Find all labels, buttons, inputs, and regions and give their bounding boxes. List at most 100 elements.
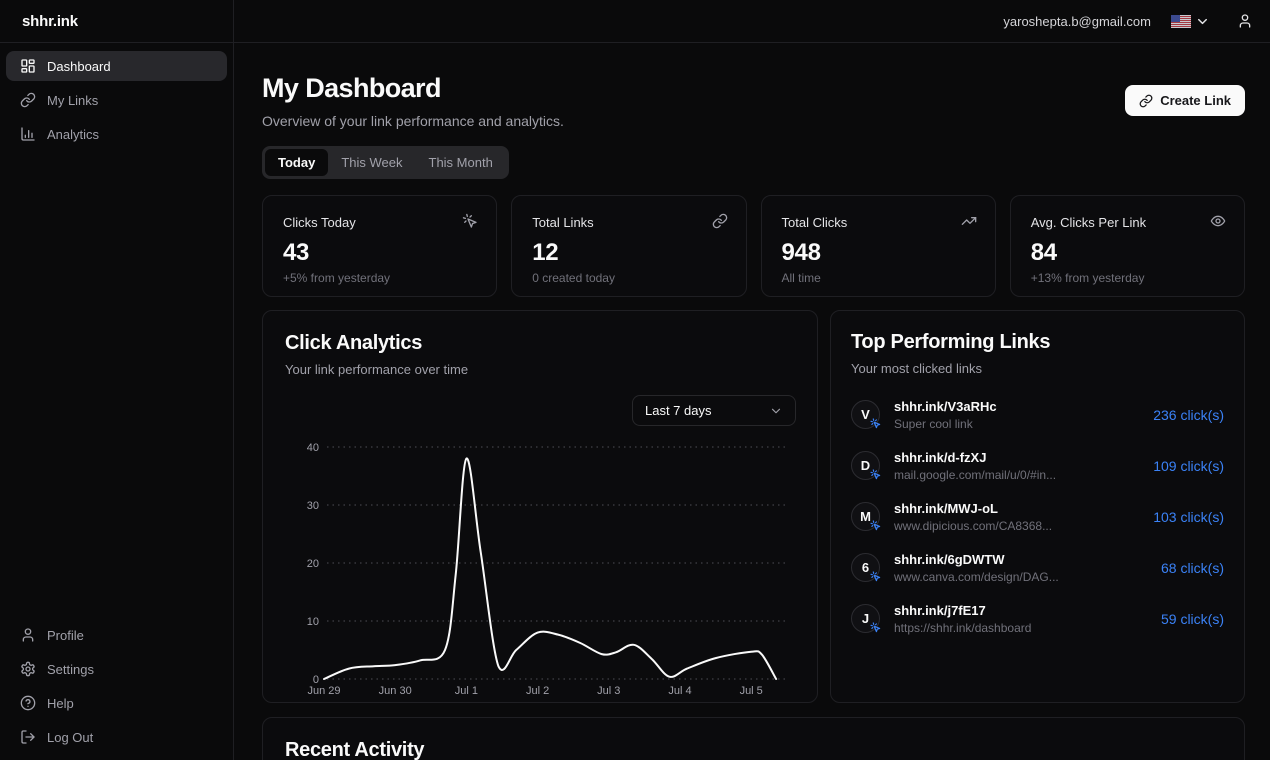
mouse-pointer-click-icon — [870, 622, 881, 633]
link-click-count: 236 click(s) — [1153, 407, 1224, 423]
page-subtitle: Overview of your link performance and an… — [262, 113, 1245, 129]
top-link-row[interactable]: Mshhr.ink/MWJ-oLwww.dipicious.com/CA8368… — [851, 491, 1224, 542]
sidebar-item-label: Analytics — [47, 127, 99, 142]
sidebar-item-label: Help — [47, 696, 74, 711]
layout-dashboard-icon — [20, 58, 36, 74]
sidebar-item-settings[interactable]: Settings — [6, 654, 227, 684]
stat-value: 43 — [283, 239, 476, 267]
tab-this-week[interactable]: This Week — [328, 149, 415, 176]
mouse-pointer-click-icon — [870, 520, 881, 531]
create-link-button[interactable]: Create Link — [1125, 85, 1245, 116]
top-links-subtitle: Your most clicked links — [851, 361, 1224, 376]
sidebar-item-label: Profile — [47, 628, 84, 643]
link-short-url[interactable]: shhr.ink/6gDWTW — [894, 552, 1059, 567]
range-selector-dropdown[interactable]: Last 7 days — [632, 395, 796, 426]
svg-text:20: 20 — [307, 558, 319, 570]
stat-card-total-clicks: Total Clicks 948 All time — [761, 195, 996, 297]
link-click-count: 109 click(s) — [1153, 458, 1224, 474]
link-destination: Super cool link — [894, 417, 997, 431]
svg-text:Jul 1: Jul 1 — [455, 685, 478, 697]
sidebar-item-help[interactable]: Help — [6, 688, 227, 718]
tab-today[interactable]: Today — [265, 149, 328, 176]
top-links-card: Top Performing Links Your most clicked l… — [830, 310, 1245, 703]
help-circle-icon — [20, 695, 36, 711]
stat-card-clicks-today: Clicks Today 43 +5% from yesterday — [262, 195, 497, 297]
svg-text:40: 40 — [307, 443, 319, 454]
mouse-pointer-click-icon — [870, 571, 881, 582]
language-selector[interactable] — [1171, 14, 1210, 29]
link-short-url[interactable]: shhr.ink/j7fE17 — [894, 603, 1031, 618]
sidebar-item-logout[interactable]: Log Out — [6, 722, 227, 752]
link-icon — [20, 92, 36, 108]
account-email: yaroshepta.b@gmail.com — [1003, 14, 1151, 29]
link-click-count: 103 click(s) — [1153, 509, 1224, 525]
app-logo-text: shhr.ink — [22, 13, 78, 30]
sidebar-item-analytics[interactable]: Analytics — [6, 119, 227, 149]
link-destination: www.canva.com/design/DAG... — [894, 570, 1059, 584]
link-destination: https://shhr.ink/dashboard — [894, 621, 1031, 635]
app-logo[interactable]: shhr.ink — [0, 0, 234, 42]
stat-caption: 0 created today — [532, 271, 725, 285]
svg-text:Jul 5: Jul 5 — [740, 685, 763, 697]
link-avatar: V — [851, 400, 880, 429]
link-click-count: 59 click(s) — [1161, 611, 1224, 627]
stat-value: 12 — [532, 239, 725, 267]
analytics-subtitle: Your link performance over time — [285, 362, 795, 377]
sidebar-item-label: Dashboard — [47, 59, 111, 74]
link-avatar: 6 — [851, 553, 880, 582]
top-link-row[interactable]: Dshhr.ink/d-fzXJ mail.google.com/mail/u/0… — [851, 440, 1224, 491]
link-avatar: D — [851, 451, 880, 480]
charts-row: Click Analytics Your link performance ov… — [262, 310, 1245, 703]
link-texts: shhr.ink/MWJ-oLwww.dipicious.com/CA8368.… — [894, 501, 1052, 533]
sidebar-item-my-links[interactable]: My Links — [6, 85, 227, 115]
link-short-url[interactable]: shhr.ink/d-fzXJ — [894, 450, 1056, 465]
trending-up-icon — [961, 213, 977, 229]
recent-activity-card: Recent Activity — [262, 717, 1245, 760]
range-selector-value: Last 7 days — [645, 403, 712, 418]
sidebar-item-dashboard[interactable]: Dashboard — [6, 51, 227, 81]
sidebar-item-label: Log Out — [47, 730, 93, 745]
tab-this-month[interactable]: This Month — [416, 149, 506, 176]
link-destination: mail.google.com/mail/u/0/#in... — [894, 468, 1056, 482]
link-short-url[interactable]: shhr.ink/V3aRHc — [894, 399, 997, 414]
top-link-row[interactable]: 6 shhr.ink/6gDWTW www.canva.com/design/DAG… — [851, 542, 1224, 593]
create-link-label: Create Link — [1160, 93, 1231, 108]
link-avatar-letter: 6 — [862, 560, 869, 575]
svg-text:Jun 29: Jun 29 — [307, 685, 340, 697]
sidebar: Dashboard My Links Analytics Profile S — [0, 43, 234, 760]
top-link-row[interactable]: Vshhr.ink/V3aRHc Super cool link 236 click… — [851, 389, 1224, 440]
log-out-icon — [20, 729, 36, 745]
link-click-count: 68 click(s) — [1161, 560, 1224, 576]
top-link-row[interactable]: Jshhr.ink/j7fE17 https://shhr.ink/dashboa… — [851, 593, 1224, 644]
stat-caption: All time — [782, 271, 975, 285]
link-texts: shhr.ink/d-fzXJ mail.google.com/mail/u/0/… — [894, 450, 1056, 482]
stat-label: Clicks Today — [283, 215, 476, 230]
sidebar-item-profile[interactable]: Profile — [6, 620, 227, 650]
svg-text:Jun 30: Jun 30 — [379, 685, 412, 697]
gear-icon — [20, 661, 36, 677]
eye-icon — [1210, 213, 1226, 229]
user-icon[interactable] — [1237, 13, 1253, 29]
time-range-tabs: Today This Week This Month — [262, 146, 509, 179]
link-texts: shhr.ink/6gDWTW www.canva.com/design/DAG.… — [894, 552, 1059, 584]
link-avatar: M — [851, 502, 880, 531]
link-icon — [712, 213, 728, 229]
svg-text:30: 30 — [307, 500, 319, 512]
top-links-list: Vshhr.ink/V3aRHc Super cool link 236 click… — [851, 389, 1224, 644]
top-links-title: Top Performing Links — [851, 331, 1224, 354]
stat-caption: +5% from yesterday — [283, 271, 476, 285]
svg-text:Jul 3: Jul 3 — [597, 685, 620, 697]
link-short-url[interactable]: shhr.ink/MWJ-oL — [894, 501, 1052, 516]
svg-text:Jul 2: Jul 2 — [526, 685, 549, 697]
topbar-right: yaroshepta.b@gmail.com — [1003, 13, 1270, 29]
stat-value: 948 — [782, 239, 975, 267]
link-texts: shhr.ink/j7fE17 https://shhr.ink/dashboar… — [894, 603, 1031, 635]
bar-chart-icon — [20, 126, 36, 142]
link-avatar: J — [851, 604, 880, 633]
us-flag-icon — [1171, 15, 1191, 28]
page-title: My Dashboard — [262, 73, 1245, 104]
stat-card-avg-clicks: Avg. Clicks Per Link 84 +13% from yester… — [1010, 195, 1245, 297]
stat-label: Total Clicks — [782, 215, 975, 230]
stats-row: Clicks Today 43 +5% from yesterday Total… — [262, 195, 1245, 297]
stat-caption: +13% from yesterday — [1031, 271, 1224, 285]
